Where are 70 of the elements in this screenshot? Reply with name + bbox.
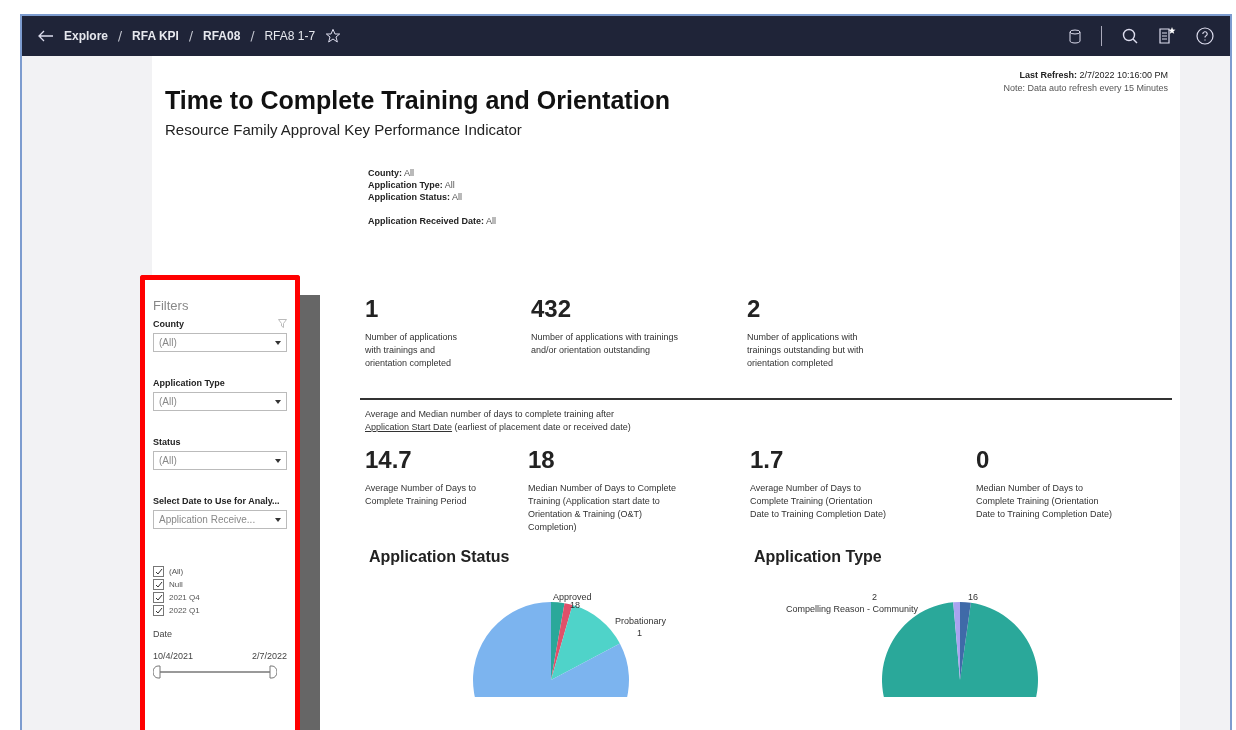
breadcrumb-link[interactable]: RFA08 <box>203 29 241 43</box>
filter-summary-line: Application Received Date: All <box>368 216 498 226</box>
filter-dropdown[interactable]: Application Receive... <box>153 510 287 529</box>
back-arrow-icon[interactable] <box>38 30 54 42</box>
breadcrumb-separator: / <box>188 29 193 43</box>
pie-label: Compelling Reason - Community <box>786 604 919 614</box>
refresh-note: Note: Data auto refresh every 15 Minutes <box>1003 83 1168 93</box>
filters-title: Filters <box>153 298 190 313</box>
checkbox[interactable] <box>153 605 164 616</box>
chart-title: Application Status <box>369 548 511 566</box>
star-icon[interactable] <box>325 28 342 44</box>
date-range-slider[interactable] <box>153 665 277 679</box>
kpi-caption: Average Number of Days to Complete Training Period <box>365 482 477 508</box>
caret-icon <box>275 340 281 345</box>
date-end: 2/7/2022 <box>251 651 287 661</box>
caret-icon <box>275 517 281 522</box>
pie-label: Approved <box>553 592 592 602</box>
filter-dropdown[interactable]: (All) <box>153 333 287 352</box>
kpi-value: 1.7 <box>750 446 785 475</box>
application-start-date-link[interactable]: Application Start Date <box>365 422 453 432</box>
filter-dropdown[interactable]: (All) <box>153 392 287 411</box>
breadcrumb-separator: / <box>250 29 255 43</box>
caret-icon <box>275 458 281 463</box>
checkbox-item[interactable]: 2022 Q1 <box>153 604 287 617</box>
kpi-value: 1 <box>365 295 380 324</box>
document-star-icon[interactable] <box>1158 27 1176 45</box>
filter-label: Application Type <box>153 378 225 388</box>
pie-label: 2 <box>872 592 877 602</box>
filter-label: Select Date to Use for Analy... <box>153 496 280 506</box>
filter-summary-line: Application Status: All <box>368 192 464 202</box>
chart-title: Application Type <box>754 548 883 566</box>
kpi-caption: Number of applications with trainings outstanding but with orientation completed <box>747 331 865 370</box>
breadcrumb-link[interactable]: Explore <box>64 29 108 43</box>
kpi-value: 14.7 <box>365 446 413 475</box>
filter-summary-line: County: All <box>368 168 416 178</box>
search-icon[interactable] <box>1122 28 1138 44</box>
kpi-value: 18 <box>528 446 556 475</box>
date-label: Date <box>153 629 172 639</box>
filter-label: Status <box>153 437 181 447</box>
kpi-value: 0 <box>976 446 991 475</box>
filter-summary-line: Application Type: All <box>368 180 456 190</box>
pie-label: Probationary <box>615 616 667 626</box>
checkbox[interactable] <box>153 592 164 603</box>
kpi-caption: Median Number of Days to Complete Training (Application start date to Orientation & Training (O&T) Completion) <box>528 482 678 534</box>
checkbox-item[interactable]: Null <box>153 578 287 591</box>
pie-label: 16 <box>968 592 978 602</box>
kpi-caption: Number of applications with trainings and/or orientation outstanding <box>531 331 680 357</box>
checkbox[interactable] <box>153 566 164 577</box>
kpi-value: 2 <box>747 295 762 324</box>
breadcrumb-link[interactable]: RFA KPI <box>132 29 179 43</box>
breadcrumb-separator: / <box>118 29 123 43</box>
filter-label: County <box>153 319 184 329</box>
checkbox-item[interactable]: (All) <box>153 565 287 578</box>
section-note: Average and Median number of days to complete training after Application Start Date (earliest of placement date or received date) <box>365 408 632 434</box>
kpi-value: 432 <box>531 295 573 324</box>
report-title: Time to Complete Training and Orientation <box>165 86 671 115</box>
report-subtitle: Resource Family Approval Key Performance Indicator <box>165 121 523 138</box>
pie-label: 1 <box>637 628 642 638</box>
breadcrumb-link[interactable]: RFA8 1-7 <box>264 29 316 43</box>
kpi-caption: Median Number of Days to Complete Training (Orientation Date to Training Completion Date) <box>976 482 1114 521</box>
caret-icon <box>275 399 281 404</box>
checkbox[interactable] <box>153 579 164 590</box>
database-icon[interactable] <box>1069 28 1081 44</box>
checkbox-item[interactable]: 2021 Q4 <box>153 591 287 604</box>
kpi-caption: Average Number of Days to Complete Training (Orientation Date to Training Completion Date) <box>750 482 888 521</box>
date-start: 10/4/2021 <box>153 651 194 661</box>
help-icon[interactable] <box>1196 27 1214 45</box>
filter-dropdown[interactable]: (All) <box>153 451 287 470</box>
kpi-caption: Number of applications with trainings and orientation completed <box>365 331 459 370</box>
last-refresh-text: Last Refresh: 2/7/2022 10:16:00 PM <box>1019 70 1168 80</box>
